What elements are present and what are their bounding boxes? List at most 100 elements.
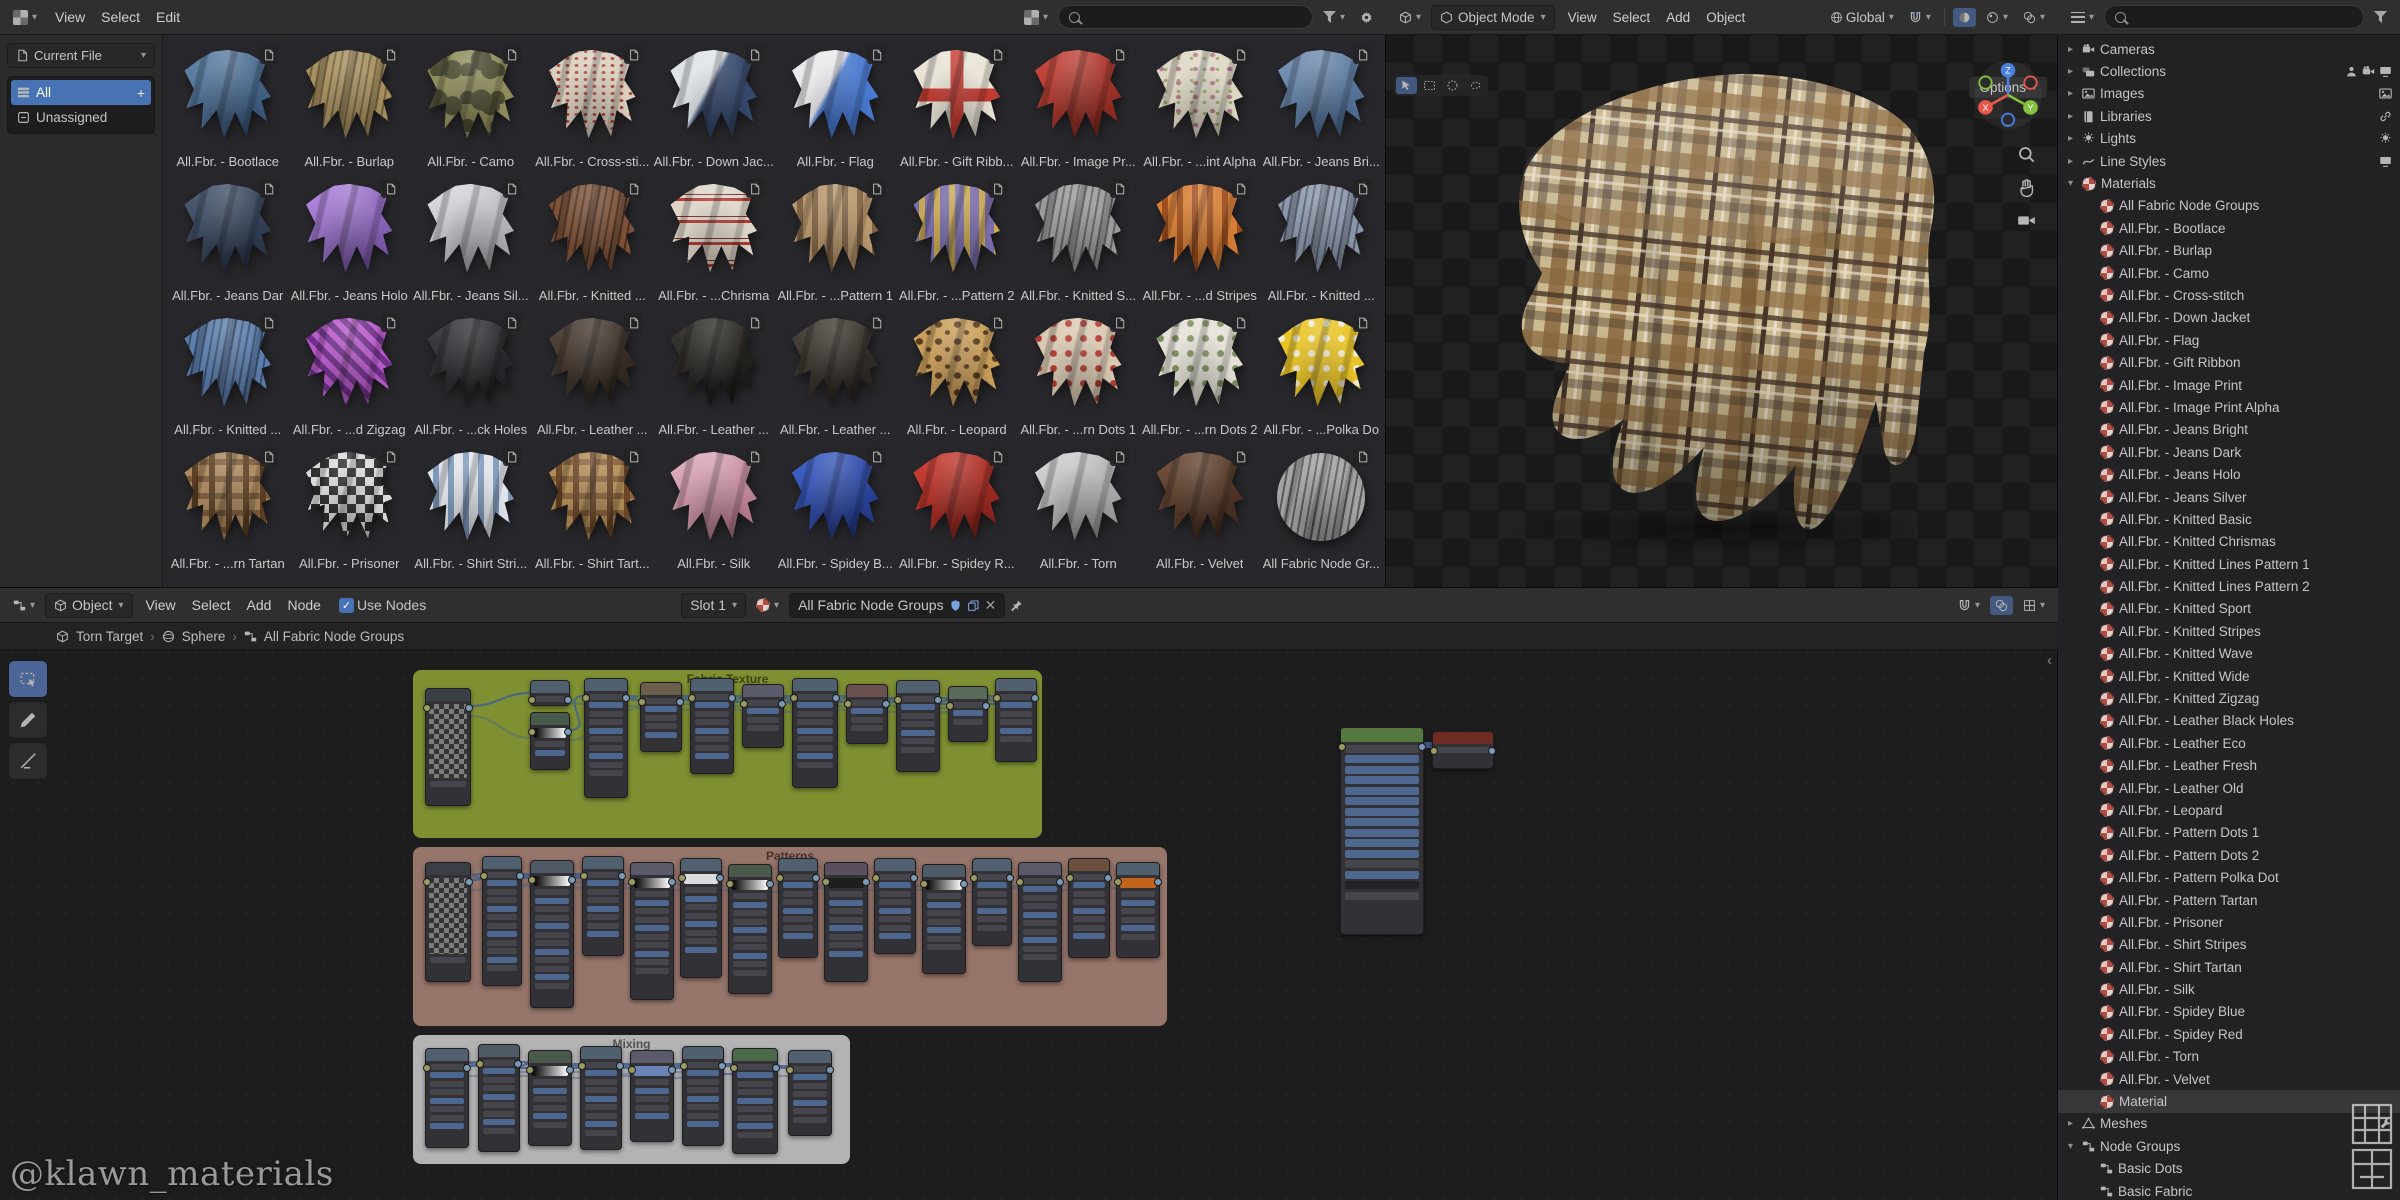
shader-node[interactable] (970, 858, 1014, 946)
sidebar-collapse-arrow[interactable]: ‹ (2047, 652, 2052, 669)
shader-node[interactable] (790, 678, 840, 788)
shader-node[interactable] (578, 1046, 624, 1150)
shader-node[interactable] (844, 684, 890, 744)
asset-card[interactable]: All.Fbr. - Gift Ribb... (896, 41, 1018, 173)
outliner-row[interactable]: All.Fbr. - Flag (2058, 329, 2400, 351)
camera-view-icon[interactable] (2017, 211, 2036, 230)
shader-node[interactable] (688, 678, 736, 774)
shader-node[interactable] (528, 712, 572, 770)
shader-node[interactable] (628, 862, 676, 1000)
asset-card[interactable]: All Fabric Node Gr... (1261, 443, 1383, 575)
shader-node[interactable] (776, 858, 820, 958)
shader-node[interactable] (894, 680, 942, 772)
menu-view[interactable]: View (1560, 7, 1605, 28)
asset-card[interactable]: All.Fbr. - Spidey R... (896, 443, 1018, 575)
asset-card[interactable]: All.Fbr. - Down Jac... (653, 41, 775, 173)
outliner-row[interactable]: All.Fbr. - Image Print Alpha (2058, 396, 2400, 418)
node-canvas[interactable]: Fabric TexturePatternsMixing (0, 588, 2058, 1200)
shader-node[interactable] (1066, 858, 1112, 958)
select-box-tool-button[interactable] (1419, 77, 1440, 94)
display-size-button[interactable]: ▾ (1019, 7, 1053, 28)
material-name-field[interactable]: All Fabric Node Groups ✕ (789, 592, 1006, 618)
menu-object[interactable]: Object (1698, 7, 1753, 28)
outliner-row[interactable]: All.Fbr. - Gift Ribbon (2058, 351, 2400, 373)
outliner-row[interactable]: All.Fbr. - Down Jacket (2058, 307, 2400, 329)
shader-node[interactable] (476, 1044, 522, 1152)
menu-add[interactable]: Add (239, 594, 280, 616)
outliner-row[interactable]: All.Fbr. - Knitted Basic (2058, 508, 2400, 530)
disclosure-closed-icon[interactable]: ▸ (2064, 66, 2077, 77)
asset-card[interactable]: All.Fbr. - Knitted ... (1261, 175, 1383, 307)
disclosure-closed-icon[interactable]: ▸ (2064, 88, 2077, 99)
asset-card[interactable]: All.Fbr. - Flag (775, 41, 897, 173)
outliner-row[interactable]: All.Fbr. - Image Print (2058, 374, 2400, 396)
snap-node-button[interactable]: ▾ (1953, 596, 1985, 615)
navigation-gizmo[interactable]: Z Y X (1972, 59, 2044, 131)
outliner-row[interactable]: All.Fbr. - Leather Eco (2058, 732, 2400, 754)
outliner-row[interactable]: All.Fbr. - Knitted Wave (2058, 643, 2400, 665)
asset-card[interactable]: All.Fbr. - Leather ... (653, 309, 775, 441)
asset-card[interactable]: All.Fbr. - Camo (410, 41, 532, 173)
add-catalog-button[interactable]: + (137, 85, 145, 101)
breadcrumb-item[interactable]: All Fabric Node Groups (264, 629, 404, 644)
outliner-row[interactable]: ▸ Libraries (2058, 105, 2400, 127)
asset-card[interactable]: All.Fbr. - ...rn Dots 2 (1139, 309, 1261, 441)
disclosure-closed-icon[interactable]: ▸ (2064, 1118, 2077, 1129)
shader-node[interactable] (993, 678, 1039, 762)
node-overlay-toggle[interactable] (1989, 595, 2013, 615)
shader-node[interactable] (528, 680, 572, 706)
shader-node[interactable] (580, 856, 626, 956)
menu-select[interactable]: Select (184, 594, 239, 616)
shader-node[interactable] (946, 686, 990, 742)
settings-button[interactable] (1355, 8, 1378, 27)
asset-card[interactable]: All.Fbr. - Burlap (289, 41, 411, 173)
disclosure-closed-icon[interactable]: ▸ (2064, 133, 2077, 144)
shader-node[interactable] (872, 858, 918, 954)
outliner-row[interactable]: All.Fbr. - Leopard (2058, 799, 2400, 821)
editor-type-button[interactable]: ▾ (1394, 8, 1426, 27)
asset-card[interactable]: All.Fbr. - Prisoner (289, 443, 411, 575)
asset-search-input[interactable] (1057, 5, 1313, 29)
outliner-row[interactable]: All.Fbr. - Pattern Tartan (2058, 889, 2400, 911)
unlink-material-button[interactable]: ✕ (985, 597, 997, 614)
asset-card[interactable]: All.Fbr. - Cross-sti... (532, 41, 654, 173)
asset-card[interactable]: All.Fbr. - Knitted ... (532, 175, 654, 307)
catalog-item-unassigned[interactable]: Unassigned (11, 105, 151, 130)
disclosure-closed-icon[interactable]: ▸ (2064, 156, 2077, 167)
zoom-icon[interactable] (2017, 145, 2036, 164)
asset-card[interactable]: All.Fbr. - Knitted ... (167, 309, 289, 441)
shader-node[interactable] (1114, 862, 1162, 958)
outliner-row[interactable]: All.Fbr. - Pattern Polka Dot (2058, 866, 2400, 888)
outliner-row[interactable]: ▸ Collections (2058, 60, 2400, 82)
outliner-row[interactable]: All.Fbr. - Knitted Wide (2058, 665, 2400, 687)
shader-node[interactable] (822, 862, 870, 982)
shader-node[interactable] (730, 1048, 780, 1154)
outliner-row[interactable]: All.Fbr. - Knitted Chrismas (2058, 531, 2400, 553)
shader-node[interactable] (528, 860, 576, 1008)
outliner-row[interactable]: All.Fbr. - Jeans Dark (2058, 441, 2400, 463)
outliner-row[interactable]: All.Fbr. - Velvet (2058, 1068, 2400, 1090)
shader-node[interactable] (526, 1050, 574, 1146)
shader-node[interactable] (680, 1046, 726, 1146)
node-group-node[interactable] (1338, 727, 1426, 935)
catalog-item-all[interactable]: All + (11, 80, 151, 105)
overlays-button[interactable]: ▾ (2018, 8, 2050, 27)
outliner-row[interactable]: All.Fbr. - Knitted Zigzag (2058, 687, 2400, 709)
disclosure-closed-icon[interactable]: ▸ (2064, 111, 2077, 122)
outliner-row[interactable]: All.Fbr. - Bootlace (2058, 217, 2400, 239)
shader-node[interactable] (480, 856, 524, 986)
outliner-row[interactable]: All.Fbr. - Shirt Tartan (2058, 956, 2400, 978)
outliner-row[interactable]: ▸ Line Styles (2058, 150, 2400, 172)
shader-node[interactable] (1016, 862, 1064, 982)
outliner-row[interactable]: All.Fbr. - Jeans Silver (2058, 486, 2400, 508)
asset-card[interactable]: All.Fbr. - ...d Stripes (1139, 175, 1261, 307)
asset-card[interactable]: All.Fbr. - Jeans Sil... (410, 175, 532, 307)
pin-icon[interactable] (1010, 599, 1023, 612)
material-output-node[interactable] (1430, 731, 1496, 769)
tweak-tool-button[interactable] (1396, 77, 1417, 94)
filter-button[interactable]: ▾ (1318, 8, 1350, 26)
shading-material-button[interactable] (1952, 7, 1976, 27)
links-cut-tool-button[interactable] (8, 742, 48, 780)
breadcrumb-item[interactable]: Torn Target (76, 629, 143, 644)
menu-node[interactable]: Node (279, 594, 328, 616)
